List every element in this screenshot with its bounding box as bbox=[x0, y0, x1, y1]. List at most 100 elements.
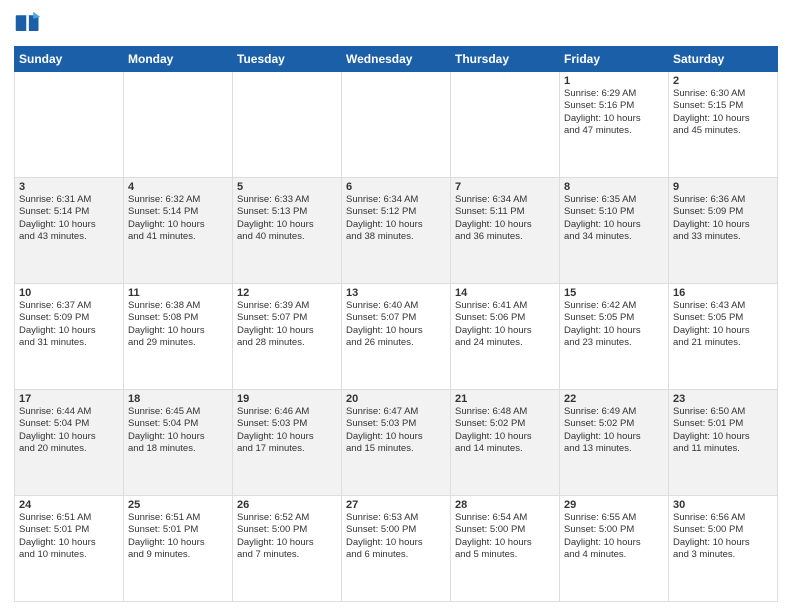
day-cell bbox=[451, 72, 560, 178]
day-info: Daylight: 10 hours bbox=[346, 219, 446, 231]
day-number: 29 bbox=[564, 499, 664, 511]
day-info: Sunrise: 6:54 AM bbox=[455, 512, 555, 524]
day-number: 26 bbox=[237, 499, 337, 511]
logo bbox=[14, 10, 46, 38]
day-number: 1 bbox=[564, 75, 664, 87]
day-cell: 25Sunrise: 6:51 AMSunset: 5:01 PMDayligh… bbox=[124, 496, 233, 602]
day-info: Daylight: 10 hours bbox=[237, 219, 337, 231]
day-info: Sunrise: 6:47 AM bbox=[346, 406, 446, 418]
day-info: Sunrise: 6:30 AM bbox=[673, 88, 773, 100]
day-info: and 18 minutes. bbox=[128, 443, 228, 455]
day-cell bbox=[15, 72, 124, 178]
day-info: and 21 minutes. bbox=[673, 337, 773, 349]
day-info: Daylight: 10 hours bbox=[19, 431, 119, 443]
day-info: Sunset: 5:12 PM bbox=[346, 206, 446, 218]
day-info: and 34 minutes. bbox=[564, 231, 664, 243]
day-info: Sunset: 5:09 PM bbox=[19, 312, 119, 324]
day-info: Sunrise: 6:49 AM bbox=[564, 406, 664, 418]
day-number: 18 bbox=[128, 393, 228, 405]
day-info: and 23 minutes. bbox=[564, 337, 664, 349]
day-info: and 29 minutes. bbox=[128, 337, 228, 349]
day-info: Sunrise: 6:53 AM bbox=[346, 512, 446, 524]
day-info: Sunset: 5:00 PM bbox=[346, 524, 446, 536]
day-info: and 5 minutes. bbox=[455, 549, 555, 561]
day-info: Daylight: 10 hours bbox=[673, 537, 773, 549]
day-info: and 3 minutes. bbox=[673, 549, 773, 561]
day-info: Sunrise: 6:29 AM bbox=[564, 88, 664, 100]
day-cell: 7Sunrise: 6:34 AMSunset: 5:11 PMDaylight… bbox=[451, 178, 560, 284]
day-info: Sunrise: 6:36 AM bbox=[673, 194, 773, 206]
day-info: Sunrise: 6:42 AM bbox=[564, 300, 664, 312]
day-info: Daylight: 10 hours bbox=[673, 325, 773, 337]
day-info: Daylight: 10 hours bbox=[237, 325, 337, 337]
day-info: and 7 minutes. bbox=[237, 549, 337, 561]
col-header-thursday: Thursday bbox=[451, 47, 560, 72]
col-header-sunday: Sunday bbox=[15, 47, 124, 72]
day-info: Sunset: 5:01 PM bbox=[19, 524, 119, 536]
day-cell: 23Sunrise: 6:50 AMSunset: 5:01 PMDayligh… bbox=[669, 390, 778, 496]
day-info: Sunset: 5:00 PM bbox=[237, 524, 337, 536]
day-cell: 20Sunrise: 6:47 AMSunset: 5:03 PMDayligh… bbox=[342, 390, 451, 496]
day-info: Daylight: 10 hours bbox=[237, 431, 337, 443]
header-row: SundayMondayTuesdayWednesdayThursdayFrid… bbox=[15, 47, 778, 72]
day-info: Sunrise: 6:33 AM bbox=[237, 194, 337, 206]
col-header-monday: Monday bbox=[124, 47, 233, 72]
calendar-table: SundayMondayTuesdayWednesdayThursdayFrid… bbox=[14, 46, 778, 602]
day-cell: 19Sunrise: 6:46 AMSunset: 5:03 PMDayligh… bbox=[233, 390, 342, 496]
day-info: Sunset: 5:03 PM bbox=[237, 418, 337, 430]
day-info: Sunrise: 6:48 AM bbox=[455, 406, 555, 418]
day-info: Daylight: 10 hours bbox=[564, 431, 664, 443]
day-info: Sunset: 5:01 PM bbox=[673, 418, 773, 430]
day-number: 2 bbox=[673, 75, 773, 87]
day-info: Sunset: 5:04 PM bbox=[19, 418, 119, 430]
day-cell: 10Sunrise: 6:37 AMSunset: 5:09 PMDayligh… bbox=[15, 284, 124, 390]
day-info: Sunrise: 6:51 AM bbox=[128, 512, 228, 524]
day-number: 23 bbox=[673, 393, 773, 405]
day-info: Sunrise: 6:45 AM bbox=[128, 406, 228, 418]
day-info: and 4 minutes. bbox=[564, 549, 664, 561]
day-info: and 47 minutes. bbox=[564, 125, 664, 137]
week-row-2: 3Sunrise: 6:31 AMSunset: 5:14 PMDaylight… bbox=[15, 178, 778, 284]
day-info: and 14 minutes. bbox=[455, 443, 555, 455]
day-info: Sunset: 5:09 PM bbox=[673, 206, 773, 218]
day-number: 22 bbox=[564, 393, 664, 405]
day-info: Sunrise: 6:32 AM bbox=[128, 194, 228, 206]
day-info: Sunset: 5:03 PM bbox=[346, 418, 446, 430]
day-info: Daylight: 10 hours bbox=[564, 219, 664, 231]
day-info: and 10 minutes. bbox=[19, 549, 119, 561]
day-number: 6 bbox=[346, 181, 446, 193]
day-info: Daylight: 10 hours bbox=[346, 431, 446, 443]
day-info: Sunset: 5:06 PM bbox=[455, 312, 555, 324]
day-info: Sunset: 5:10 PM bbox=[564, 206, 664, 218]
day-cell: 6Sunrise: 6:34 AMSunset: 5:12 PMDaylight… bbox=[342, 178, 451, 284]
day-cell: 5Sunrise: 6:33 AMSunset: 5:13 PMDaylight… bbox=[233, 178, 342, 284]
week-row-5: 24Sunrise: 6:51 AMSunset: 5:01 PMDayligh… bbox=[15, 496, 778, 602]
day-info: Sunrise: 6:52 AM bbox=[237, 512, 337, 524]
day-cell: 2Sunrise: 6:30 AMSunset: 5:15 PMDaylight… bbox=[669, 72, 778, 178]
day-info: and 31 minutes. bbox=[19, 337, 119, 349]
day-number: 3 bbox=[19, 181, 119, 193]
day-info: and 41 minutes. bbox=[128, 231, 228, 243]
day-number: 9 bbox=[673, 181, 773, 193]
day-number: 19 bbox=[237, 393, 337, 405]
day-cell: 27Sunrise: 6:53 AMSunset: 5:00 PMDayligh… bbox=[342, 496, 451, 602]
day-cell: 24Sunrise: 6:51 AMSunset: 5:01 PMDayligh… bbox=[15, 496, 124, 602]
day-number: 5 bbox=[237, 181, 337, 193]
day-info: Sunset: 5:11 PM bbox=[455, 206, 555, 218]
col-header-tuesday: Tuesday bbox=[233, 47, 342, 72]
day-cell bbox=[342, 72, 451, 178]
day-info: Sunset: 5:00 PM bbox=[564, 524, 664, 536]
day-number: 15 bbox=[564, 287, 664, 299]
day-info: and 26 minutes. bbox=[346, 337, 446, 349]
day-info: Daylight: 10 hours bbox=[128, 325, 228, 337]
week-row-3: 10Sunrise: 6:37 AMSunset: 5:09 PMDayligh… bbox=[15, 284, 778, 390]
day-info: Daylight: 10 hours bbox=[237, 537, 337, 549]
day-info: Sunset: 5:04 PM bbox=[128, 418, 228, 430]
day-info: Daylight: 10 hours bbox=[673, 219, 773, 231]
day-number: 13 bbox=[346, 287, 446, 299]
day-info: Sunrise: 6:34 AM bbox=[455, 194, 555, 206]
day-info: and 45 minutes. bbox=[673, 125, 773, 137]
day-info: Sunset: 5:05 PM bbox=[673, 312, 773, 324]
day-info: Daylight: 10 hours bbox=[128, 431, 228, 443]
day-cell: 3Sunrise: 6:31 AMSunset: 5:14 PMDaylight… bbox=[15, 178, 124, 284]
